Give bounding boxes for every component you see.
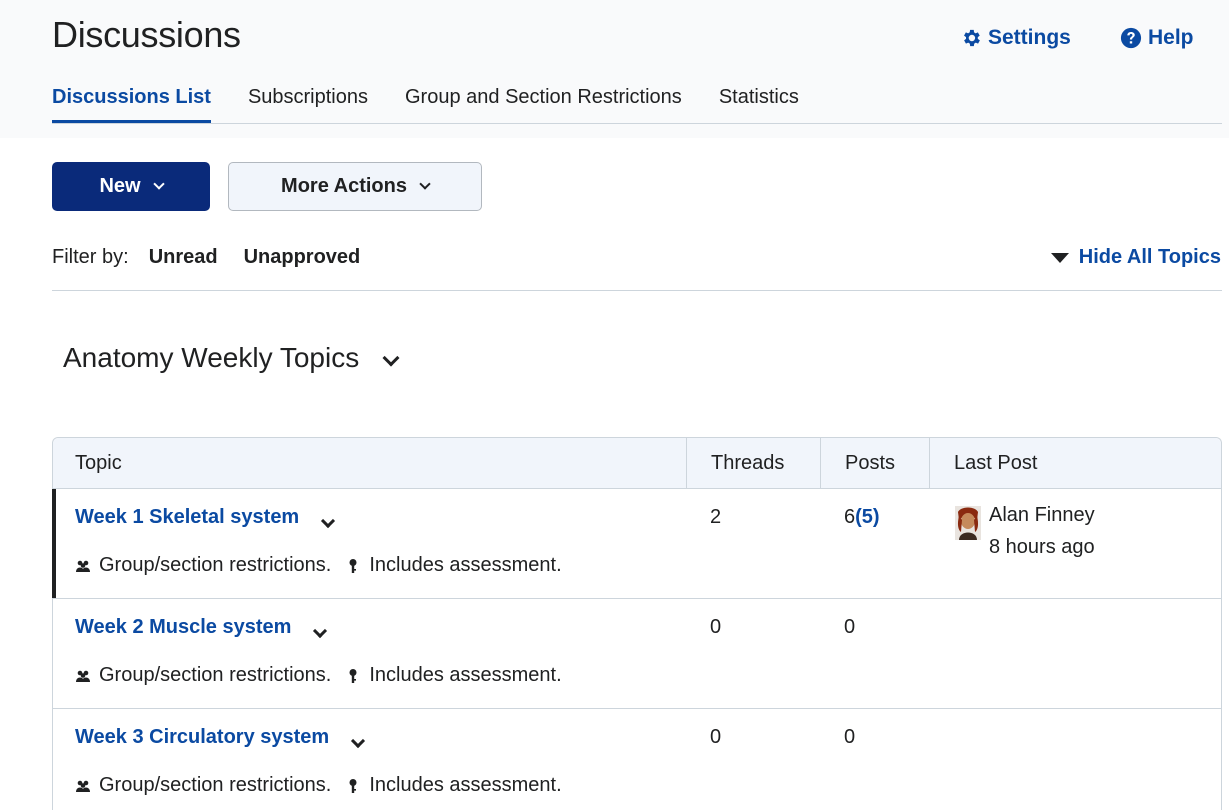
last-post-cell bbox=[929, 599, 1221, 708]
posts-count: 6 bbox=[844, 506, 856, 528]
threads-count: 0 bbox=[710, 726, 722, 748]
help-link[interactable]: Help bbox=[1120, 26, 1194, 50]
topic-meta: Group/section restrictions. Includes ass… bbox=[75, 554, 686, 577]
restrictions-text: Group/section restrictions. bbox=[99, 664, 332, 686]
unread-posts-link[interactable]: (5) bbox=[855, 506, 879, 529]
last-post-cell: Alan Finney 8 hours ago bbox=[929, 489, 1221, 598]
filter-unread[interactable]: Unread bbox=[149, 246, 218, 269]
settings-link[interactable]: Settings bbox=[960, 26, 1071, 50]
topic-link[interactable]: Week 1 Skeletal system bbox=[75, 506, 299, 529]
tab-group-section-restrictions[interactable]: Group and Section Restrictions bbox=[405, 86, 682, 123]
page-title: Discussions bbox=[52, 14, 241, 55]
posts-cell: 6 (5) bbox=[820, 489, 929, 598]
last-post-cell bbox=[929, 709, 1221, 810]
restrictions-text: Group/section restrictions. bbox=[99, 554, 332, 576]
tab-bar: Discussions List Subscriptions Group and… bbox=[52, 86, 1222, 124]
table-row: Week 3 Circulatory system Group/section … bbox=[53, 709, 1221, 810]
help-label: Help bbox=[1148, 26, 1194, 49]
topic-link[interactable]: Week 3 Circulatory system bbox=[75, 726, 329, 749]
caret-down-icon bbox=[1050, 252, 1069, 263]
filter-unapproved[interactable]: Unapproved bbox=[244, 246, 361, 269]
threads-count: 0 bbox=[710, 616, 722, 638]
group-icon bbox=[76, 780, 90, 792]
table-row: Week 1 Skeletal system Group/section res… bbox=[52, 489, 1221, 599]
topics-table: Topic Threads Posts Last Post Week 1 Ske… bbox=[52, 437, 1222, 810]
column-header-topic: Topic bbox=[75, 452, 122, 474]
more-actions-label: More Actions bbox=[281, 175, 407, 197]
chevron-down-icon[interactable] bbox=[351, 733, 366, 748]
filter-label: Filter by: bbox=[52, 246, 129, 268]
table-row: Week 2 Muscle system Group/section restr… bbox=[53, 599, 1221, 709]
divider bbox=[52, 290, 1222, 291]
assessment-text: Includes assessment. bbox=[369, 774, 562, 796]
assessment-text: Includes assessment. bbox=[369, 664, 562, 686]
tab-subscriptions[interactable]: Subscriptions bbox=[248, 86, 368, 123]
tab-statistics[interactable]: Statistics bbox=[719, 86, 799, 123]
gear-icon bbox=[964, 29, 980, 47]
topic-meta: Group/section restrictions. Includes ass… bbox=[75, 774, 686, 797]
key-icon bbox=[349, 558, 357, 573]
threads-count: 2 bbox=[710, 506, 722, 528]
assessment-text: Includes assessment. bbox=[369, 554, 562, 576]
avatar bbox=[955, 506, 981, 540]
hide-all-topics-link[interactable]: Hide All Topics bbox=[1050, 246, 1221, 269]
topic-link[interactable]: Week 2 Muscle system bbox=[75, 616, 291, 639]
forum-title: Anatomy Weekly Topics bbox=[63, 342, 360, 373]
chevron-down-icon bbox=[419, 178, 431, 190]
more-actions-button[interactable]: More Actions bbox=[228, 162, 482, 211]
filter-bar: Filter by: Unread Unapproved bbox=[52, 246, 360, 269]
last-post-time: 8 hours ago bbox=[989, 536, 1095, 558]
settings-label: Settings bbox=[988, 26, 1071, 49]
topic-cell: Week 1 Skeletal system Group/section res… bbox=[53, 489, 686, 598]
tab-discussions-list[interactable]: Discussions List bbox=[52, 86, 211, 123]
hide-all-topics-label: Hide All Topics bbox=[1078, 246, 1221, 268]
chevron-down-icon[interactable] bbox=[313, 623, 328, 638]
topic-cell: Week 3 Circulatory system Group/section … bbox=[53, 709, 686, 810]
topic-cell: Week 2 Muscle system Group/section restr… bbox=[53, 599, 686, 708]
key-icon bbox=[349, 668, 357, 683]
group-icon bbox=[76, 670, 90, 682]
last-post-author[interactable]: Alan Finney bbox=[989, 499, 1095, 531]
restrictions-text: Group/section restrictions. bbox=[99, 774, 332, 796]
column-header-threads: Threads bbox=[686, 438, 820, 488]
chevron-down-icon bbox=[152, 178, 165, 190]
key-icon bbox=[349, 778, 357, 793]
question-circle-icon bbox=[1120, 27, 1142, 49]
group-icon bbox=[76, 560, 90, 572]
posts-count: 0 bbox=[844, 726, 856, 748]
chevron-down-icon[interactable] bbox=[321, 513, 336, 528]
chevron-down-icon[interactable] bbox=[382, 349, 400, 367]
table-header: Topic Threads Posts Last Post bbox=[53, 438, 1221, 489]
new-button-label: New bbox=[99, 175, 141, 197]
new-button[interactable]: New bbox=[52, 162, 210, 211]
topic-meta: Group/section restrictions. Includes ass… bbox=[75, 664, 686, 687]
column-header-last-post: Last Post bbox=[929, 438, 1221, 488]
forum-heading: Anatomy Weekly Topics bbox=[63, 342, 400, 374]
column-header-posts: Posts bbox=[820, 438, 929, 488]
posts-count: 0 bbox=[844, 616, 856, 638]
